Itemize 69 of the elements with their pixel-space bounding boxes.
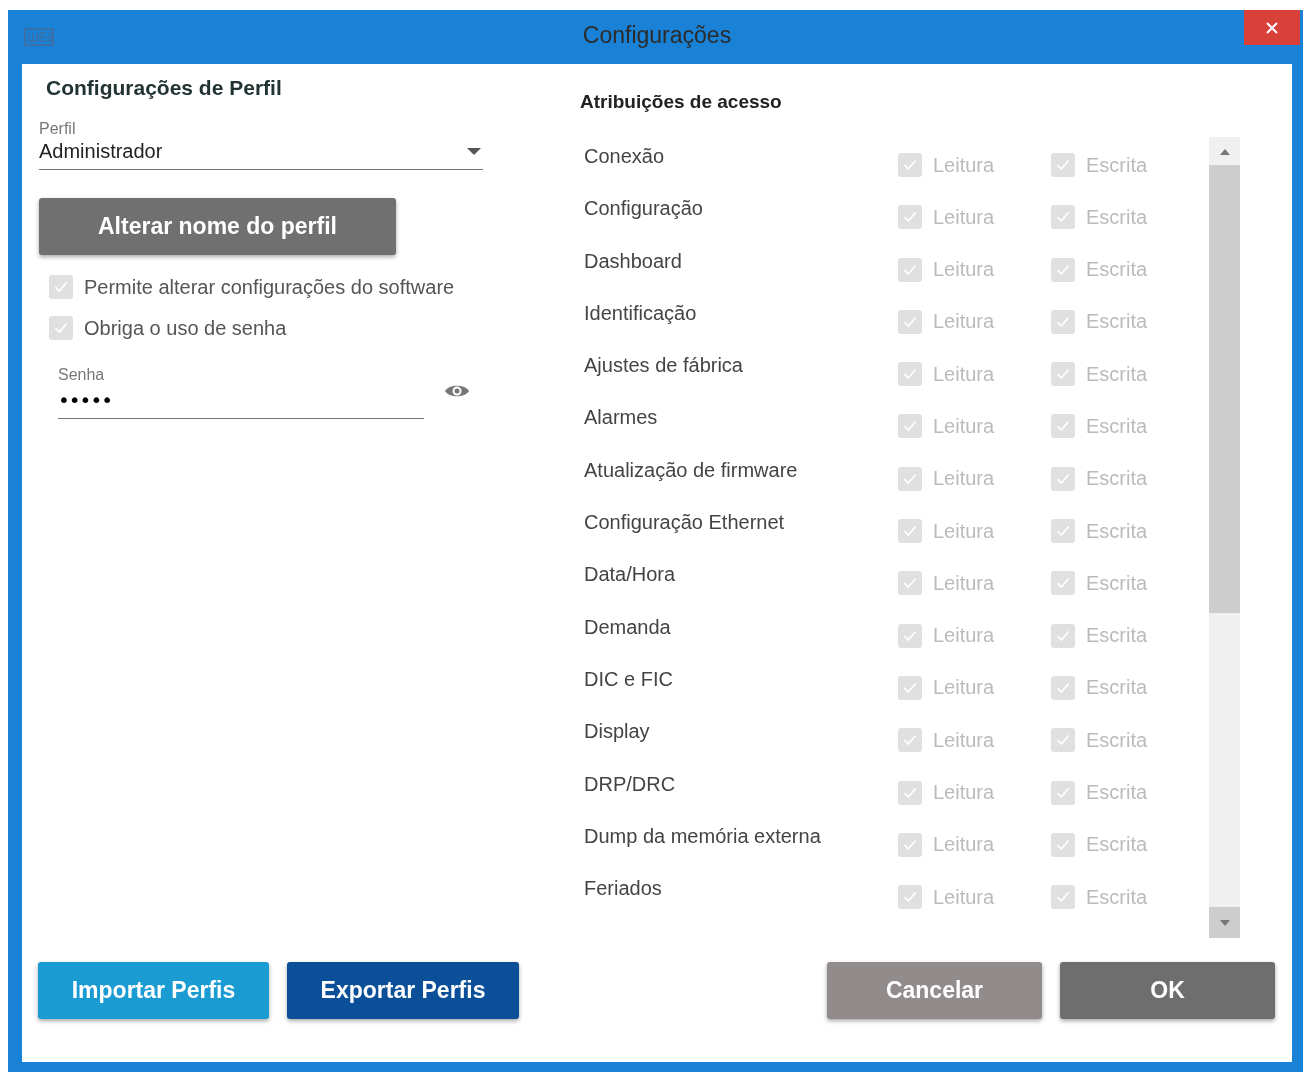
- checkbox-label: Escrita: [1086, 781, 1148, 805]
- checkbox-label: Leitura: [933, 153, 995, 177]
- checkbox-label: Leitura: [933, 571, 995, 595]
- checkbox-label: Leitura: [933, 833, 995, 857]
- checkbox-label: Escrita: [1086, 571, 1148, 595]
- action-button[interactable]: Importar Perfis: [38, 962, 269, 1019]
- permission-name: Data/Hora: [584, 563, 677, 587]
- action-button[interactable]: OK: [1060, 962, 1275, 1019]
- checkbox-label: Permite alterar configurações do software: [84, 275, 455, 299]
- permission-name: DIC e FIC: [584, 667, 674, 691]
- checkbox-label: Leitura: [933, 885, 995, 909]
- scroll-down-icon[interactable]: [1219, 919, 1230, 926]
- permission-name: Identificação: [584, 301, 698, 325]
- checkbox-label: Leitura: [933, 781, 995, 805]
- profile-dropdown[interactable]: Perfil Administrador: [39, 120, 483, 170]
- checkbox-label: Leitura: [933, 728, 995, 752]
- checkbox-label: Obriga o uso de senha: [84, 316, 287, 340]
- scroll-up-icon[interactable]: [1219, 149, 1230, 155]
- checkbox-label: Leitura: [933, 205, 995, 229]
- permission-name: Feriados: [584, 877, 663, 901]
- dropdown-value: Administrador: [39, 140, 163, 163]
- checkbox-label: Escrita: [1086, 415, 1148, 438]
- window-title: Configurações: [582, 22, 732, 49]
- checkbox-label: Escrita: [1086, 258, 1148, 282]
- checkbox-label: Escrita: [1086, 153, 1148, 177]
- checkbox-label: Escrita: [1086, 833, 1148, 857]
- permission-name: Configuração Ethernet: [584, 511, 786, 535]
- checkbox-label: Leitura: [933, 415, 995, 438]
- permission-name: Atualização de firmware: [584, 458, 799, 482]
- scrollbar[interactable]: [1209, 137, 1240, 938]
- action-button[interactable]: Cancelar: [827, 962, 1042, 1019]
- action-button[interactable]: Exportar Perfis: [287, 962, 519, 1019]
- caret-icon: [467, 147, 481, 156]
- section-heading: Configurações de Perfil: [46, 76, 283, 100]
- checkbox-label: Leitura: [933, 258, 995, 282]
- checkbox-label: Escrita: [1086, 728, 1148, 752]
- field-label: Senha: [58, 366, 106, 384]
- checkbox-label: Leitura: [933, 310, 995, 334]
- checkbox-label: Escrita: [1086, 467, 1148, 491]
- permission-name: DRP/DRC: [584, 772, 677, 796]
- permission-name: Dashboard: [584, 249, 683, 273]
- section-heading: Atribuições de acesso: [580, 91, 783, 113]
- checkbox-label: Escrita: [1086, 310, 1148, 334]
- checkbox-label: Escrita: [1086, 362, 1148, 386]
- permission-name: Conexão: [584, 145, 666, 168]
- permission-name: Demanda: [584, 615, 672, 639]
- checkbox-label: Escrita: [1086, 205, 1148, 229]
- permission-name: Dump da memória externa: [584, 824, 822, 848]
- checkbox-label: Escrita: [1086, 519, 1148, 543]
- checkbox-label: Leitura: [933, 519, 995, 543]
- password-value: •••••: [58, 388, 113, 412]
- permission-name: Ajustes de fábrica: [584, 354, 744, 378]
- checkbox-label: Escrita: [1086, 676, 1148, 700]
- field-label: Perfil: [39, 120, 77, 138]
- permission-name: Configuração: [584, 197, 704, 221]
- checkbox-label: Leitura: [933, 467, 995, 491]
- logo-icon: [24, 28, 54, 46]
- checkbox-label: Escrita: [1086, 624, 1148, 648]
- permission-name: Display: [584, 720, 651, 744]
- checkbox-label: Leitura: [933, 676, 995, 700]
- scrollbar-thumb[interactable]: [1209, 165, 1240, 613]
- checkbox-label: Escrita: [1086, 885, 1148, 909]
- checkbox-label: Leitura: [933, 624, 995, 648]
- checkbox-label: Leitura: [933, 362, 995, 386]
- close-button[interactable]: [1244, 10, 1300, 45]
- password-field[interactable]: Senha •••••: [58, 366, 424, 419]
- close-icon: [1265, 20, 1279, 35]
- permission-name: Alarmes: [584, 406, 659, 430]
- rename-button[interactable]: Alterar nome do perfil: [39, 198, 396, 255]
